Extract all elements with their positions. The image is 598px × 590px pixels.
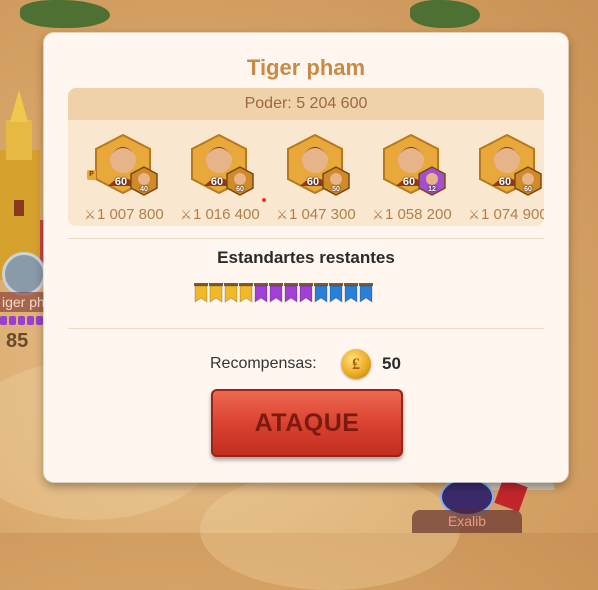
commander-slot[interactable]: 60 60 ⚔1 074 900 bbox=[460, 128, 544, 224]
troop-count: ⚔1 016 400 bbox=[172, 206, 268, 223]
commander-slot[interactable]: 60 12 ⚔1 058 200 bbox=[364, 128, 460, 224]
sword-icon: ⚔ bbox=[468, 207, 480, 222]
commander-level: 60 bbox=[306, 176, 320, 188]
banner-flag-icon bbox=[224, 283, 238, 305]
sword-icon: ⚔ bbox=[84, 207, 96, 222]
troop-count: ⚔1 074 900 bbox=[460, 206, 544, 223]
player-name-tag[interactable]: Exalib bbox=[412, 510, 522, 533]
banner-flag-icon bbox=[284, 283, 298, 305]
notification-dot bbox=[262, 198, 266, 202]
banner-flag-icon bbox=[299, 283, 313, 305]
power-label: Poder: 5 204 600 bbox=[68, 88, 544, 120]
commander-slot[interactable]: 60 50 ⚔1 047 300 bbox=[262, 128, 364, 224]
troop-count-value: 1 016 400 bbox=[192, 206, 260, 223]
banner-flag-icon bbox=[194, 283, 208, 305]
reward-label: Recompensas: bbox=[210, 355, 317, 372]
reward-row: Recompensas: ₤ 50 bbox=[44, 349, 568, 379]
banner-flag-icon bbox=[344, 283, 358, 305]
palm-tree bbox=[20, 0, 110, 28]
secondary-commander-level: 12 bbox=[428, 186, 436, 193]
commander-list: 60 40 ⚔1 007 800 P 60 60 ⚔1 016 400 60 50 ⚔1 047 … bbox=[68, 128, 544, 224]
enemy-name-title: Tiger pham bbox=[246, 55, 366, 80]
banner-row bbox=[194, 283, 373, 305]
secondary-commander-level: 60 bbox=[524, 186, 532, 193]
commander-level: 60 bbox=[402, 176, 416, 188]
commander-level: 60 bbox=[114, 176, 128, 188]
troop-count: ⚔1 058 200 bbox=[364, 206, 460, 223]
banner-flag-icon bbox=[269, 283, 283, 305]
banner-flag-icon bbox=[314, 283, 328, 305]
power-panel: Poder: 5 204 600 60 40 ⚔1 007 800 P 60 60 ⚔1 0… bbox=[68, 88, 544, 226]
commander-slot[interactable]: 60 40 ⚔1 007 800 P bbox=[76, 128, 172, 224]
commander-slot[interactable]: 60 60 ⚔1 016 400 bbox=[172, 128, 268, 224]
standards-title: Estandartes restantes bbox=[217, 248, 395, 267]
secondary-commander-level: 50 bbox=[332, 186, 340, 193]
sword-icon: ⚔ bbox=[372, 207, 384, 222]
troop-count-value: 1 047 300 bbox=[288, 206, 356, 223]
troop-count-value: 1 007 800 bbox=[96, 206, 164, 223]
secondary-commander-level: 40 bbox=[140, 186, 148, 193]
primary-badge-icon: P bbox=[87, 170, 96, 180]
commander-level: 60 bbox=[210, 176, 224, 188]
divider bbox=[68, 328, 544, 329]
banner-flag-icon bbox=[209, 283, 223, 305]
banner-flag-icon bbox=[329, 283, 343, 305]
divider bbox=[68, 238, 544, 239]
sword-icon: ⚔ bbox=[180, 207, 192, 222]
troop-count-value: 1 074 900 bbox=[480, 206, 544, 223]
reward-amount: 50 bbox=[382, 354, 401, 373]
troop-count: ⚔1 047 300 bbox=[268, 206, 364, 223]
attack-button[interactable]: ATAQUE bbox=[211, 389, 403, 457]
banner-flag-icon bbox=[359, 283, 373, 305]
troop-count-value: 1 058 200 bbox=[384, 206, 452, 223]
banner-flag-icon bbox=[254, 283, 268, 305]
gold-coin-icon: ₤ bbox=[341, 349, 371, 379]
banner-flag-icon bbox=[239, 283, 253, 305]
troop-count: ⚔1 007 800 bbox=[76, 206, 172, 223]
sword-icon: ⚔ bbox=[276, 207, 288, 222]
player-avatar[interactable] bbox=[2, 252, 46, 296]
secondary-commander-level: 60 bbox=[236, 186, 244, 193]
palm-tree bbox=[410, 0, 480, 28]
player-level: 85 bbox=[6, 330, 29, 352]
enemy-info-dialog: Tiger pham Poder: 5 204 600 60 40 ⚔1 007 8… bbox=[44, 33, 568, 482]
commander-level: 60 bbox=[498, 176, 512, 188]
